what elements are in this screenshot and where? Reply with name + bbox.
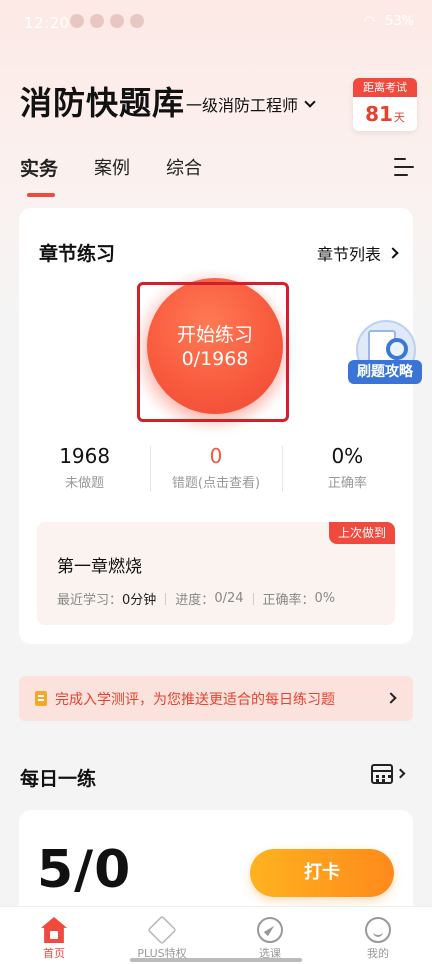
status-time: 12:20 (24, 14, 70, 32)
tab-comprehensive[interactable]: 综合 (166, 154, 202, 181)
divider (252, 592, 254, 605)
nav-item-me[interactable]: 我的 (324, 907, 432, 964)
stat-label: 正确率 (327, 476, 367, 491)
chapter-list-label: 章节列表 (316, 245, 381, 264)
practice-stats: 1968 未做题 0 错题(点击查看) 0% 正确率 (19, 442, 413, 492)
start-practice-button[interactable]: 开始练习 0/1968 (147, 278, 283, 414)
stat-accuracy: 0% 正确率 (281, 442, 413, 492)
chapter-meta: 最近学习： 0分钟 进度： 0/24 正确率： 0% (57, 589, 335, 608)
recent-study-label: 最近学习： (57, 593, 123, 608)
notification-icon (130, 14, 144, 28)
home-icon (41, 917, 67, 943)
nav-label: 我的 (367, 947, 389, 960)
diamond-icon (147, 915, 177, 945)
nav-item-home[interactable]: 首页 (0, 907, 108, 964)
notification-icon (90, 14, 104, 28)
stat-value: 1968 (59, 444, 111, 468)
countdown-days-value: 81 (365, 102, 393, 126)
tab-practice[interactable]: 实务 (20, 154, 58, 181)
section-title: 章节练习 (39, 243, 116, 265)
stat-label: 未做题 (65, 476, 105, 491)
notification-icons (70, 14, 144, 28)
chevron-right-icon (387, 247, 399, 259)
countdown-label: 距离考试 (353, 78, 417, 97)
bottom-nav: 首页 PLUS特权 选课 我的 (0, 906, 432, 964)
menu-icon[interactable] (394, 158, 414, 176)
profile-icon (365, 917, 391, 943)
accuracy-value: 0% (314, 591, 336, 606)
divider (165, 592, 167, 605)
notification-icon (110, 14, 124, 28)
strategy-label: 刷题攻略 (348, 360, 422, 384)
active-tab-indicator (27, 193, 55, 197)
stat-label: 错题(点击查看) (171, 476, 261, 491)
chevron-right-icon[interactable] (395, 768, 406, 779)
daily-practice-title: 每日一练 (20, 768, 97, 790)
start-practice-count: 0/1968 (181, 348, 249, 370)
recent-study-value: 0分钟 (122, 593, 157, 608)
subject-tabs: 实务 案例 综合 (20, 154, 202, 181)
last-done-badge: 上次做到 (328, 522, 395, 544)
assessment-banner[interactable]: 完成入学测评，为您推送更适合的每日练习题 (19, 676, 413, 721)
compass-icon (257, 917, 283, 943)
clipboard-icon (35, 691, 47, 706)
tab-case[interactable]: 案例 (94, 154, 130, 181)
daily-score: 5/0 (37, 840, 132, 900)
countdown-days-unit: 天 (393, 111, 405, 124)
nav-label: 首页 (43, 947, 65, 960)
check-in-button[interactable]: 打卡 (250, 849, 394, 897)
last-chapter-card[interactable]: 上次做到 第一章燃烧 最近学习： 0分钟 进度： 0/24 正确率： 0% (37, 522, 395, 625)
chevron-right-icon (385, 692, 397, 704)
exam-selector-label: 一级消防工程师 (186, 96, 299, 115)
stat-undone: 1968 未做题 (19, 442, 150, 491)
practice-strategy-badge[interactable]: 刷题攻略 (348, 320, 422, 386)
nav-item-plus[interactable]: PLUS特权 (108, 907, 216, 964)
nav-item-courses[interactable]: 选课 (216, 907, 324, 964)
status-indicators: ◠ 53% (364, 14, 414, 29)
daily-practice-card: 5/0 打卡 (19, 810, 413, 920)
progress-value: 0/24 (214, 591, 244, 606)
notification-icon (70, 14, 84, 28)
stat-wrong[interactable]: 0 错题(点击查看) (150, 442, 281, 492)
chapter-practice-card: 章节练习 章节列表 开始练习 0/1968 刷题攻略 1968 未做题 0 错题… (19, 208, 422, 644)
magnifier-icon (386, 338, 408, 360)
banner-text: 完成入学测评，为您推送更适合的每日练习题 (55, 691, 335, 708)
status-bar: 12:20 ◠ 53% (0, 0, 432, 48)
countdown-days: 81天 (353, 97, 417, 131)
battery-level: 53% (385, 14, 414, 29)
chapter-name: 第一章燃烧 (57, 557, 142, 577)
accuracy-label: 正确率： (262, 593, 315, 608)
exam-selector[interactable]: 一级消防工程师 (186, 92, 316, 116)
progress-label: 进度： (175, 593, 215, 608)
stat-value: 0% (331, 444, 364, 468)
calendar-icon[interactable] (371, 764, 393, 784)
exam-countdown: 距离考试 81天 (353, 78, 417, 131)
app-title: 消防快题库 (20, 84, 186, 122)
chevron-down-icon (304, 96, 316, 108)
wifi-icon: ◠ (363, 14, 376, 29)
home-indicator (130, 958, 302, 962)
chapter-list-link[interactable]: 章节列表 (316, 241, 399, 265)
start-practice-label: 开始练习 (176, 324, 253, 346)
stat-value: 0 (209, 444, 223, 468)
